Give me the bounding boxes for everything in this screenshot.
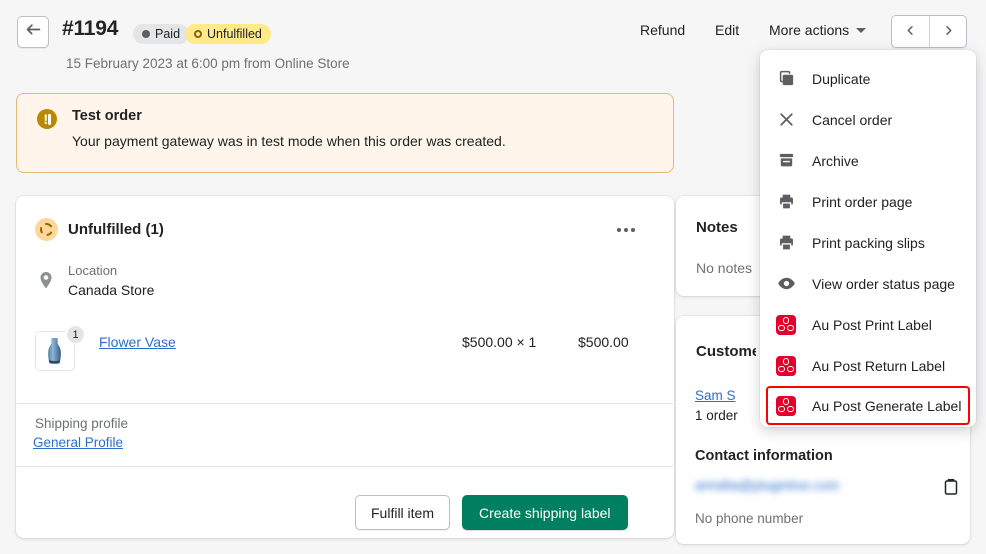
divider xyxy=(17,403,673,404)
customer-email-link[interactable]: arindita@plugintive.com xyxy=(695,478,839,493)
copy-email-button[interactable] xyxy=(941,477,961,497)
printer-icon xyxy=(776,192,796,212)
au-post-icon xyxy=(776,395,796,416)
arrow-left-icon xyxy=(25,21,42,43)
au-post-icon xyxy=(776,314,796,335)
menu-item-label: Archive xyxy=(812,152,859,169)
menu-item-label: Au Post Generate Label xyxy=(812,397,962,414)
menu-item-au-post-print-label[interactable]: Au Post Print Label xyxy=(768,304,968,345)
order-meta: 15 February 2023 at 6:00 pm from Online … xyxy=(66,56,350,71)
order-pager xyxy=(891,15,967,48)
divider xyxy=(17,466,673,467)
fulfillment-more-button[interactable] xyxy=(612,218,640,242)
location-value: Canada Store xyxy=(68,282,155,298)
status-badge-paid: Paid xyxy=(133,24,190,44)
fulfillment-title: Unfulfilled (1) xyxy=(68,221,164,238)
au-post-icon xyxy=(776,355,796,376)
filled-dot-icon xyxy=(142,30,150,38)
product-unit-price: $500.00 × 1 xyxy=(462,334,537,350)
menu-item-print-order-page[interactable]: Print order page xyxy=(768,181,968,222)
menu-item-label: Duplicate xyxy=(812,70,871,87)
menu-item-cancel-order[interactable]: Cancel order xyxy=(768,99,968,140)
refund-button[interactable]: Refund xyxy=(640,22,685,38)
page-title: #1194 xyxy=(62,17,119,40)
customer-order-count: 1 order xyxy=(695,408,738,423)
location-label: Location xyxy=(68,263,118,278)
status-badge-unfulfilled: Unfulfilled xyxy=(185,24,271,44)
menu-item-label: View order status page xyxy=(812,275,955,292)
menu-item-label: Print packing slips xyxy=(812,234,925,251)
menu-item-label: Print order page xyxy=(812,193,913,210)
notes-title: Notes xyxy=(696,219,738,236)
notes-empty-text: No notes f xyxy=(696,260,754,276)
menu-item-print-packing-slips[interactable]: Print packing slips xyxy=(768,222,968,263)
next-order-button[interactable] xyxy=(929,16,966,47)
customer-name-link[interactable]: Sam S xyxy=(695,388,736,403)
menu-item-archive[interactable]: Archive xyxy=(768,140,968,181)
contact-information-title: Contact information xyxy=(695,448,833,464)
product-link[interactable]: Flower Vase xyxy=(99,334,176,350)
back-button[interactable] xyxy=(17,16,49,48)
map-pin-icon xyxy=(36,270,56,290)
chevron-down-icon xyxy=(856,27,867,33)
archive-icon xyxy=(776,151,796,171)
menu-item-label: Au Post Return Label xyxy=(812,357,946,374)
edit-button[interactable]: Edit xyxy=(715,22,739,38)
menu-item-label: Au Post Print Label xyxy=(812,316,932,333)
hollow-ring-icon xyxy=(194,30,202,38)
close-x-icon xyxy=(776,110,796,130)
more-actions-button[interactable]: More actions xyxy=(769,22,867,38)
duplicate-icon xyxy=(776,69,796,89)
customer-title: Customer xyxy=(696,343,756,360)
banner-body: Your payment gateway was in test mode wh… xyxy=(72,133,506,149)
menu-item-au-post-generate-label[interactable]: Au Post Generate Label xyxy=(766,386,970,425)
more-actions-label: More actions xyxy=(769,22,850,38)
printer-icon xyxy=(776,233,796,253)
quantity-badge: 1 xyxy=(65,324,86,345)
menu-item-duplicate[interactable]: Duplicate xyxy=(768,58,968,99)
previous-order-button[interactable] xyxy=(892,16,929,47)
ellipsis-horizontal-icon xyxy=(617,228,621,232)
clipboard-icon xyxy=(941,479,961,500)
product-total-price: $500.00 xyxy=(578,334,629,350)
menu-item-view-order-status-page[interactable]: View order status page xyxy=(768,263,968,304)
status-badge-unfulfilled-label: Unfulfilled xyxy=(207,26,262,41)
chevron-right-icon xyxy=(941,23,956,41)
menu-item-label: Cancel order xyxy=(812,111,893,128)
dashed-circle-icon xyxy=(35,218,58,241)
fulfill-item-button[interactable]: Fulfill item xyxy=(355,495,451,530)
create-shipping-label-button[interactable]: Create shipping label xyxy=(462,495,628,530)
menu-item-au-post-return-label[interactable]: Au Post Return Label xyxy=(768,345,968,386)
shipping-profile-link[interactable]: General Profile xyxy=(33,435,123,450)
order-detail-page: #1194 Paid Unfulfilled 15 February 2023 … xyxy=(0,0,986,554)
test-order-banner: ! Test order Your payment gateway was in… xyxy=(16,93,674,173)
eye-icon xyxy=(776,274,796,294)
fulfillment-card xyxy=(16,196,674,538)
status-badge-paid-label: Paid xyxy=(155,26,181,41)
more-actions-menu: Duplicate Cancel order Archive Print ord… xyxy=(760,50,976,427)
customer-phone: No phone number xyxy=(695,511,804,526)
alert-circle-icon: ! xyxy=(37,109,57,129)
shipping-profile-label: Shipping profile xyxy=(35,416,129,431)
banner-title: Test order xyxy=(72,108,142,124)
chevron-left-icon xyxy=(903,23,918,41)
